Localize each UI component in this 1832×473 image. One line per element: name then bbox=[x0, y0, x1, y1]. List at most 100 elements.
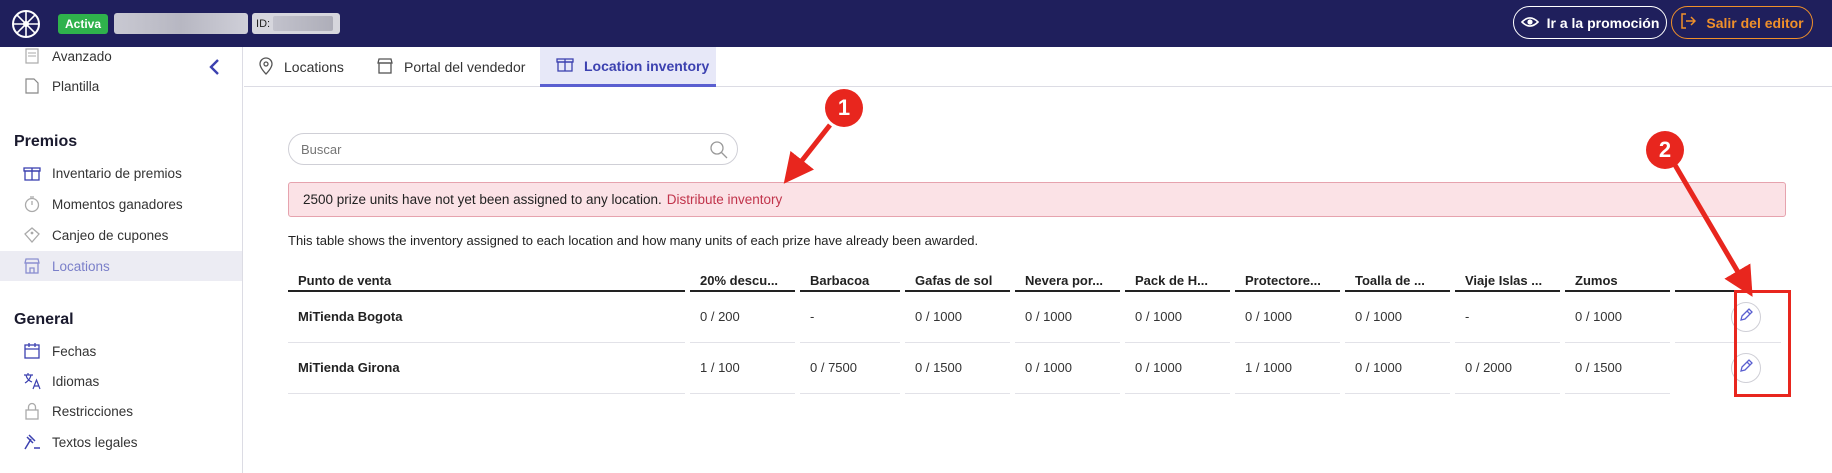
table-cell: 0 / 1500 bbox=[1565, 342, 1670, 394]
sidebar-item-label: Momentos ganadores bbox=[52, 196, 183, 212]
tab-bar: Locations Portal del vendedor Location i… bbox=[244, 47, 1832, 87]
page-icon bbox=[22, 76, 42, 96]
store-icon bbox=[22, 256, 42, 276]
table-row: MiTienda Bogota 0 / 200 - 0 / 1000 0 / 1… bbox=[288, 291, 1781, 343]
tab-portal-del-vendedor[interactable]: Portal del vendedor bbox=[376, 47, 536, 87]
collapse-sidebar-button[interactable] bbox=[204, 55, 224, 79]
sidebar-item-fechas[interactable]: Fechas bbox=[22, 339, 96, 363]
table-cell: 1 / 100 bbox=[690, 342, 795, 394]
sidebar-item-locations[interactable]: Locations bbox=[22, 254, 110, 278]
column-header: Barbacoa bbox=[800, 271, 900, 292]
store-icon bbox=[376, 57, 394, 78]
gift-icon bbox=[556, 55, 574, 76]
exit-editor-label: Salir del editor bbox=[1706, 14, 1804, 31]
tab-locations[interactable]: Locations bbox=[258, 47, 358, 87]
table-cell: 0 / 1000 bbox=[1565, 291, 1670, 343]
column-header: Nevera por... bbox=[1015, 271, 1120, 292]
column-header: Pack de H... bbox=[1125, 271, 1230, 292]
sidebar-item-label: Avanzado bbox=[52, 48, 112, 64]
gift-icon bbox=[22, 163, 42, 183]
sidebar-item-label: Idiomas bbox=[52, 373, 100, 389]
table-cell: 0 / 2000 bbox=[1455, 342, 1560, 394]
tab-label: Location inventory bbox=[584, 57, 710, 74]
exit-editor-button[interactable]: Salir del editor bbox=[1671, 6, 1813, 39]
section-heading-general: General bbox=[14, 311, 74, 328]
search-icon[interactable] bbox=[709, 140, 729, 163]
column-header: Gafas de sol bbox=[905, 271, 1010, 292]
sidebar: Avanzado Plantilla Premios Inventario de… bbox=[0, 47, 243, 473]
table-cell: 0 / 1000 bbox=[1345, 291, 1450, 343]
table-header-row: Punto de venta 20% descu... Barbacoa Gaf… bbox=[288, 271, 1781, 292]
sidebar-item-inventario-de-premios[interactable]: Inventario de premios bbox=[22, 161, 182, 185]
table-cell: 0 / 200 bbox=[690, 291, 795, 343]
status-badge: Activa bbox=[58, 13, 109, 34]
table-cell: 1 / 1000 bbox=[1235, 342, 1340, 394]
sidebar-item-momentos-ganadores[interactable]: Momentos ganadores bbox=[22, 192, 183, 216]
table-cell: 0 / 1000 bbox=[1125, 342, 1230, 394]
table-cell: - bbox=[1455, 291, 1560, 343]
sidebar-item-label: Restricciones bbox=[52, 403, 134, 419]
location-name: MiTienda Bogota bbox=[288, 291, 685, 343]
table-cell: - bbox=[800, 291, 900, 343]
location-name: MiTienda Girona bbox=[288, 342, 685, 394]
column-header-actions bbox=[1675, 271, 1781, 292]
table-cell: 0 / 7500 bbox=[800, 342, 900, 394]
location-pin-icon bbox=[258, 56, 274, 78]
sidebar-item-restricciones[interactable]: Restricciones bbox=[22, 399, 133, 423]
column-header: Protectore... bbox=[1235, 271, 1340, 292]
table-cell: 0 / 1000 bbox=[1345, 342, 1450, 394]
go-to-promotion-label: Ir a la promoción bbox=[1546, 14, 1660, 31]
alert-message: 2500 prize units have not yet been assig… bbox=[303, 192, 662, 207]
sidebar-item-textos-legales[interactable]: Textos legales bbox=[22, 430, 138, 454]
sidebar-item-label: Plantilla bbox=[52, 78, 100, 94]
id-value-redacted bbox=[273, 16, 334, 31]
table-cell: 0 / 1000 bbox=[1235, 291, 1340, 343]
column-header: Viaje Islas ... bbox=[1455, 271, 1560, 292]
promotion-name-redacted bbox=[114, 13, 249, 34]
sidebar-item-label: Inventario de premios bbox=[52, 165, 182, 181]
logout-icon bbox=[1680, 13, 1697, 32]
column-header: Zumos bbox=[1565, 271, 1670, 292]
coupon-icon bbox=[22, 225, 42, 245]
table-row: MiTienda Girona 1 / 100 0 / 7500 0 / 150… bbox=[288, 342, 1781, 394]
wheel-logo-icon[interactable] bbox=[10, 8, 42, 40]
tab-location-inventory[interactable]: Location inventory bbox=[540, 47, 716, 87]
calendar-icon bbox=[22, 341, 42, 361]
table-description: This table shows the inventory assigned … bbox=[288, 233, 979, 248]
lock-icon bbox=[22, 401, 42, 421]
annotation-marker-1: 1 bbox=[825, 89, 863, 127]
tab-label: Locations bbox=[284, 59, 344, 75]
top-bar: Activa ID: Ir a la promoción Salir del e… bbox=[0, 0, 1832, 47]
go-to-promotion-button[interactable]: Ir a la promoción bbox=[1513, 6, 1667, 39]
search-input[interactable] bbox=[301, 141, 701, 157]
annotation-marker-2: 2 bbox=[1646, 131, 1684, 169]
gavel-icon bbox=[22, 432, 42, 452]
sidebar-item-label: Textos legales bbox=[52, 434, 138, 450]
sidebar-item-avanzado[interactable]: Avanzado bbox=[22, 44, 112, 68]
sidebar-item-plantilla[interactable]: Plantilla bbox=[22, 74, 99, 98]
search-field bbox=[288, 133, 738, 165]
distribute-inventory-link[interactable]: Distribute inventory bbox=[667, 192, 783, 207]
document-icon bbox=[22, 46, 42, 66]
sidebar-item-idiomas[interactable]: Idiomas bbox=[22, 369, 99, 393]
column-header: Punto de venta bbox=[288, 271, 685, 292]
sidebar-item-label: Fechas bbox=[52, 343, 97, 359]
tab-label: Portal del vendedor bbox=[404, 59, 526, 75]
sidebar-item-label: Canjeo de cupones bbox=[52, 227, 169, 243]
translate-icon bbox=[22, 371, 42, 391]
annotation-highlight-box bbox=[1734, 290, 1791, 397]
eye-icon bbox=[1520, 15, 1539, 31]
sidebar-item-canjeo-de-cupones[interactable]: Canjeo de cupones bbox=[22, 223, 168, 247]
table-cell: 0 / 1000 bbox=[1015, 342, 1120, 394]
section-heading-premios: Premios bbox=[14, 133, 78, 150]
column-header: 20% descu... bbox=[690, 271, 795, 292]
table-cell: 0 / 1500 bbox=[905, 342, 1010, 394]
id-label: ID: bbox=[256, 17, 271, 30]
location-inventory-table: Punto de venta 20% descu... Barbacoa Gaf… bbox=[288, 271, 1781, 394]
table-cell: 0 / 1000 bbox=[1015, 291, 1120, 343]
stopwatch-icon bbox=[22, 194, 42, 214]
column-header: Toalla de ... bbox=[1345, 271, 1450, 292]
promotion-id: ID: bbox=[252, 13, 341, 34]
unassigned-inventory-alert: 2500 prize units have not yet been assig… bbox=[288, 182, 1786, 217]
table-cell: 0 / 1000 bbox=[1125, 291, 1230, 343]
